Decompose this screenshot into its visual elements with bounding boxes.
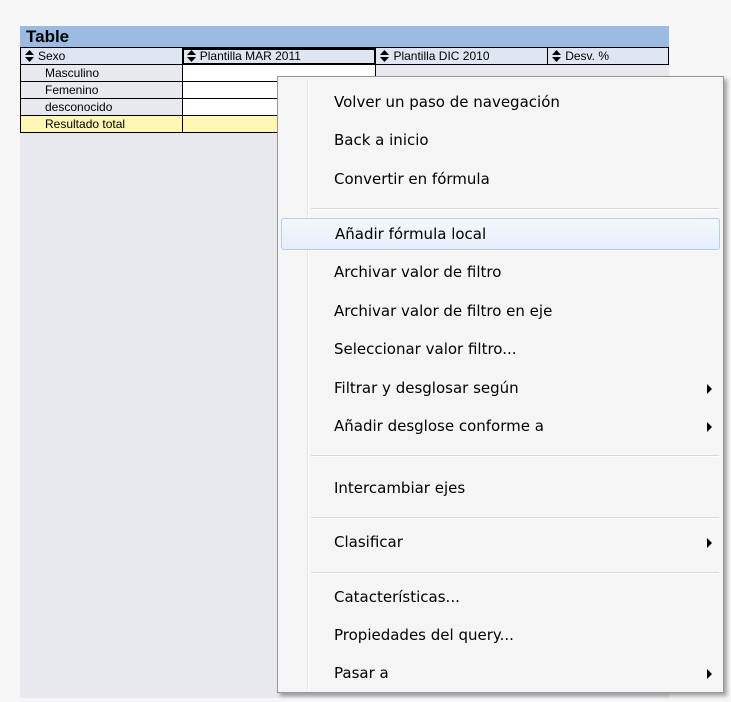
menu-separator [311,517,719,519]
sort-arrows-icon [25,50,34,62]
row-label[interactable]: Femenino [20,81,183,99]
menu-item-intercambiar-ejes[interactable]: Intercambiar ejes [281,473,720,505]
context-menu: Volver un paso de navegación Back a inic… [277,76,724,693]
menu-item-volver[interactable]: Volver un paso de navegación [281,87,720,119]
sort-arrows-icon [552,50,562,62]
header-sexo[interactable]: Sexo [20,47,183,65]
row-label[interactable]: desconocido [20,98,183,116]
sort-arrows-icon [380,50,390,62]
menu-item-filtrar-desglosar[interactable]: Filtrar y desglosar según [281,373,720,405]
menu-separator [311,455,719,457]
menu-item-pasar-a[interactable]: Pasar a [281,658,720,690]
table-header-row: Sexo Plantilla MAR 2011 Plantilla DIC 20… [20,47,669,65]
menu-item-archivar-filtro[interactable]: Archivar valor de filtro [281,257,720,289]
table-title: Table [20,26,669,47]
header-plantilla-mar-2011[interactable]: Plantilla MAR 2011 [181,47,377,65]
menu-item-seleccionar-filtro[interactable]: Seleccionar valor filtro... [281,334,720,366]
row-label[interactable]: Masculino [20,64,183,82]
menu-separator [311,572,719,574]
menu-separator [311,208,719,210]
header-plantilla-dic-2010[interactable]: Plantilla DIC 2010 [375,47,549,65]
submenu-arrow-icon [707,384,712,394]
submenu-arrow-icon [707,422,712,432]
menu-item-archivar-filtro-eje[interactable]: Archivar valor de filtro en eje [281,296,720,328]
menu-item-convertir-formula[interactable]: Convertir en fórmula [281,164,720,196]
sort-arrows-icon [186,50,196,62]
menu-item-clasificar[interactable]: Clasificar [281,527,720,559]
menu-item-propiedades-query[interactable]: Propiedades del query... [281,620,720,652]
menu-item-anadir-formula-local[interactable]: Añadir fórmula local [281,218,720,250]
submenu-arrow-icon [707,669,712,679]
menu-item-anadir-desglose[interactable]: Añadir desglose conforme a [281,411,720,443]
menu-item-back-a-inicio[interactable]: Back a inicio [281,125,720,157]
total-label[interactable]: Resultado total [20,115,183,133]
submenu-arrow-icon [707,538,712,548]
menu-item-caracteristicas[interactable]: Catacterísticas... [281,582,720,614]
header-desv-pct[interactable]: Desv. % [547,47,669,65]
